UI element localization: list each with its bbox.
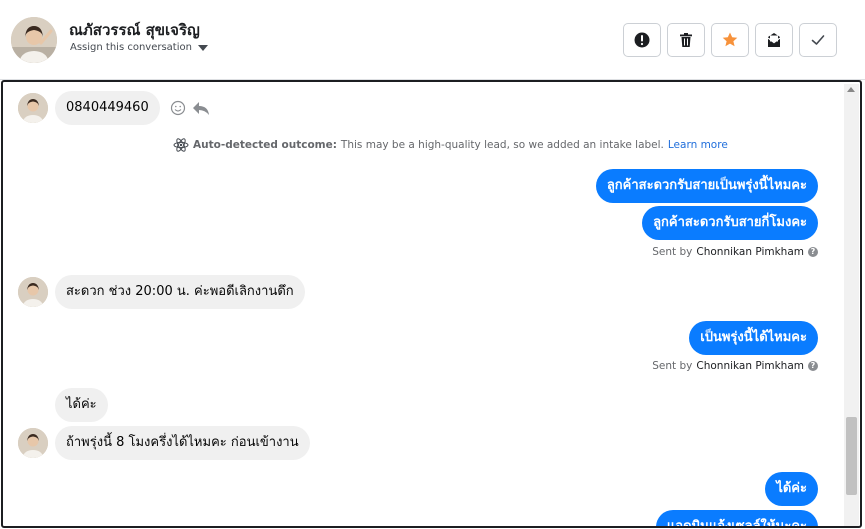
outgoing-message-bubble[interactable]: แอดมินแจ้งเซลล์ให้นะคะ bbox=[655, 510, 818, 526]
contact-name: ณภัสวรรณ์ สุขเจริญ bbox=[69, 21, 200, 39]
scroll-up-arrow-icon[interactable] bbox=[847, 87, 855, 92]
help-icon[interactable]: ? bbox=[808, 361, 818, 371]
incoming-message-row: สะดวก ช่วง 20:00 น. ค่ะพอดีเลิกงานดึก bbox=[18, 275, 305, 309]
outgoing-message-bubble[interactable]: ได้ค่ะ bbox=[765, 472, 818, 506]
auto-detected-text: This may be a high-quality lead, so we a… bbox=[340, 139, 664, 151]
sent-by-caption: Sent by Chonnikan Pimkham ? bbox=[652, 360, 818, 372]
mail-icon bbox=[767, 33, 781, 47]
incoming-message-bubble[interactable]: ได้ค่ะ bbox=[55, 388, 108, 422]
thread-scrollbar[interactable] bbox=[844, 84, 859, 526]
contact-avatar[interactable] bbox=[11, 17, 57, 63]
delete-button[interactable] bbox=[667, 23, 705, 57]
sent-by-prefix: Sent by bbox=[652, 360, 693, 372]
message-thread[interactable]: 0840449460 Auto-detected outcome: This m… bbox=[1, 80, 862, 528]
sent-by-prefix: Sent by bbox=[652, 246, 693, 258]
outgoing-message-bubble[interactable]: ลูกค้าสะดวกรับสายเป็นพรุ่งนี้ไหมคะ bbox=[595, 169, 818, 203]
caret-down-icon bbox=[197, 45, 208, 51]
trash-icon bbox=[680, 33, 692, 47]
alert-circle-icon bbox=[634, 32, 650, 48]
message-hover-actions bbox=[170, 100, 210, 116]
star-icon bbox=[722, 32, 738, 47]
sent-by-name[interactable]: Chonnikan Pimkham bbox=[696, 360, 804, 372]
mark-spam-button[interactable] bbox=[623, 23, 661, 57]
contact-avatar-small bbox=[18, 428, 48, 458]
emoji-react-icon[interactable] bbox=[170, 100, 186, 116]
mark-unread-button[interactable] bbox=[755, 23, 793, 57]
incoming-message-bubble[interactable]: 0840449460 bbox=[55, 91, 160, 125]
atom-icon bbox=[173, 138, 189, 152]
incoming-message-row: ได้ค่ะ bbox=[55, 388, 108, 422]
mark-done-button[interactable] bbox=[799, 23, 837, 57]
sent-by-name[interactable]: Chonnikan Pimkham bbox=[696, 246, 804, 258]
scrollbar-thumb[interactable] bbox=[846, 417, 857, 495]
star-button[interactable] bbox=[711, 23, 749, 57]
reply-icon[interactable] bbox=[192, 100, 210, 116]
check-icon bbox=[811, 35, 825, 45]
incoming-message-row: 0840449460 bbox=[18, 91, 210, 125]
conversation-actions bbox=[623, 23, 837, 57]
help-icon[interactable]: ? bbox=[808, 247, 818, 257]
learn-more-link[interactable]: Learn more bbox=[668, 139, 728, 151]
auto-detected-label: Auto-detected outcome: bbox=[193, 139, 337, 151]
contact-avatar-small bbox=[18, 93, 48, 123]
conversation-page: ณภัสวรรณ์ สุขเจริญ Assign this conversat… bbox=[0, 0, 865, 529]
outgoing-message-bubble[interactable]: ลูกค้าสะดวกรับสายกี่โมงคะ bbox=[642, 206, 818, 240]
assign-conversation-label: Assign this conversation bbox=[70, 42, 192, 53]
contact-avatar-small bbox=[18, 277, 48, 307]
incoming-message-row: ถ้าพรุ่งนี้ 8 โมงครึ่งได้ไหมคะ ก่อนเข้าง… bbox=[18, 426, 310, 460]
assign-conversation-dropdown[interactable]: Assign this conversation bbox=[70, 42, 208, 53]
incoming-message-bubble[interactable]: ถ้าพรุ่งนี้ 8 โมงครึ่งได้ไหมคะ ก่อนเข้าง… bbox=[55, 426, 310, 460]
incoming-message-bubble[interactable]: สะดวก ช่วง 20:00 น. ค่ะพอดีเลิกงานดึก bbox=[55, 275, 305, 309]
auto-detected-outcome-note: Auto-detected outcome: This may be a hig… bbox=[173, 138, 728, 152]
outgoing-message-bubble[interactable]: เป็นพรุ่งนี้ได้ไหมคะ bbox=[689, 321, 818, 355]
sent-by-caption: Sent by Chonnikan Pimkham ? bbox=[652, 246, 818, 258]
conversation-header: ณภัสวรรณ์ สุขเจริญ Assign this conversat… bbox=[0, 0, 865, 80]
